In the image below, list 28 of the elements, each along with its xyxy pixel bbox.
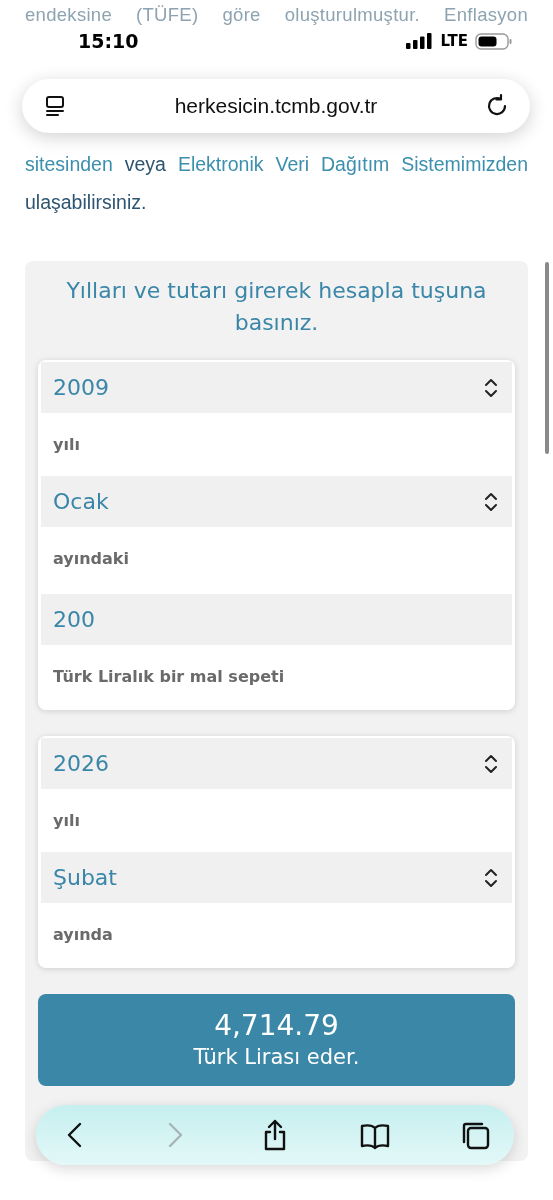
calculator-title: Yılları ve tutarı girerek hesapla tuşuna basınız. — [65, 277, 488, 337]
battery-icon — [475, 32, 513, 50]
signal-icon — [406, 33, 434, 49]
up-down-chevron-icon — [484, 867, 498, 888]
dropdown-field[interactable]: 2026 — [41, 738, 512, 789]
dropdown-field[interactable]: Ocak — [41, 476, 512, 527]
up-down-chevron-icon — [484, 753, 498, 774]
up-down-chevron-icon — [484, 377, 498, 398]
field-caption: ayındaki — [52, 548, 130, 570]
dropdown-field[interactable]: 2009 — [41, 362, 512, 413]
amount-field[interactable]: 200 — [41, 594, 512, 645]
paragraph-text: ulaşabilirsiniz. — [25, 190, 147, 213]
text-link[interactable]: Elektronik Veri Dağıtım Sistemimizden — [177, 153, 529, 175]
field-caption: ayında — [52, 924, 114, 946]
result-amount: 4,714.79 — [214, 1009, 339, 1043]
result-caption: Türk Lirası eder. — [193, 1044, 360, 1071]
status-time: 15:10 — [78, 30, 139, 52]
field-caption: yılı — [52, 810, 81, 832]
text-link[interactable]: sitesinden — [25, 153, 113, 175]
faded-text-line: endeksine (TÜFE) göre oluşturulmuştur. Enflasyon — [25, 3, 528, 27]
up-down-chevron-icon — [484, 491, 498, 512]
address-bar[interactable]: herkesicin.tcmb.gov.tr — [22, 79, 530, 133]
network-label: LTE — [440, 32, 468, 50]
dropdown-field[interactable]: Şubat — [41, 852, 512, 903]
field-caption: Türk Liralık bir mal sepeti — [52, 666, 286, 688]
paragraph-text: veya — [124, 153, 166, 175]
url-text: herkesicin.tcmb.gov.tr — [173, 94, 379, 118]
field-caption: yılı — [52, 434, 81, 456]
